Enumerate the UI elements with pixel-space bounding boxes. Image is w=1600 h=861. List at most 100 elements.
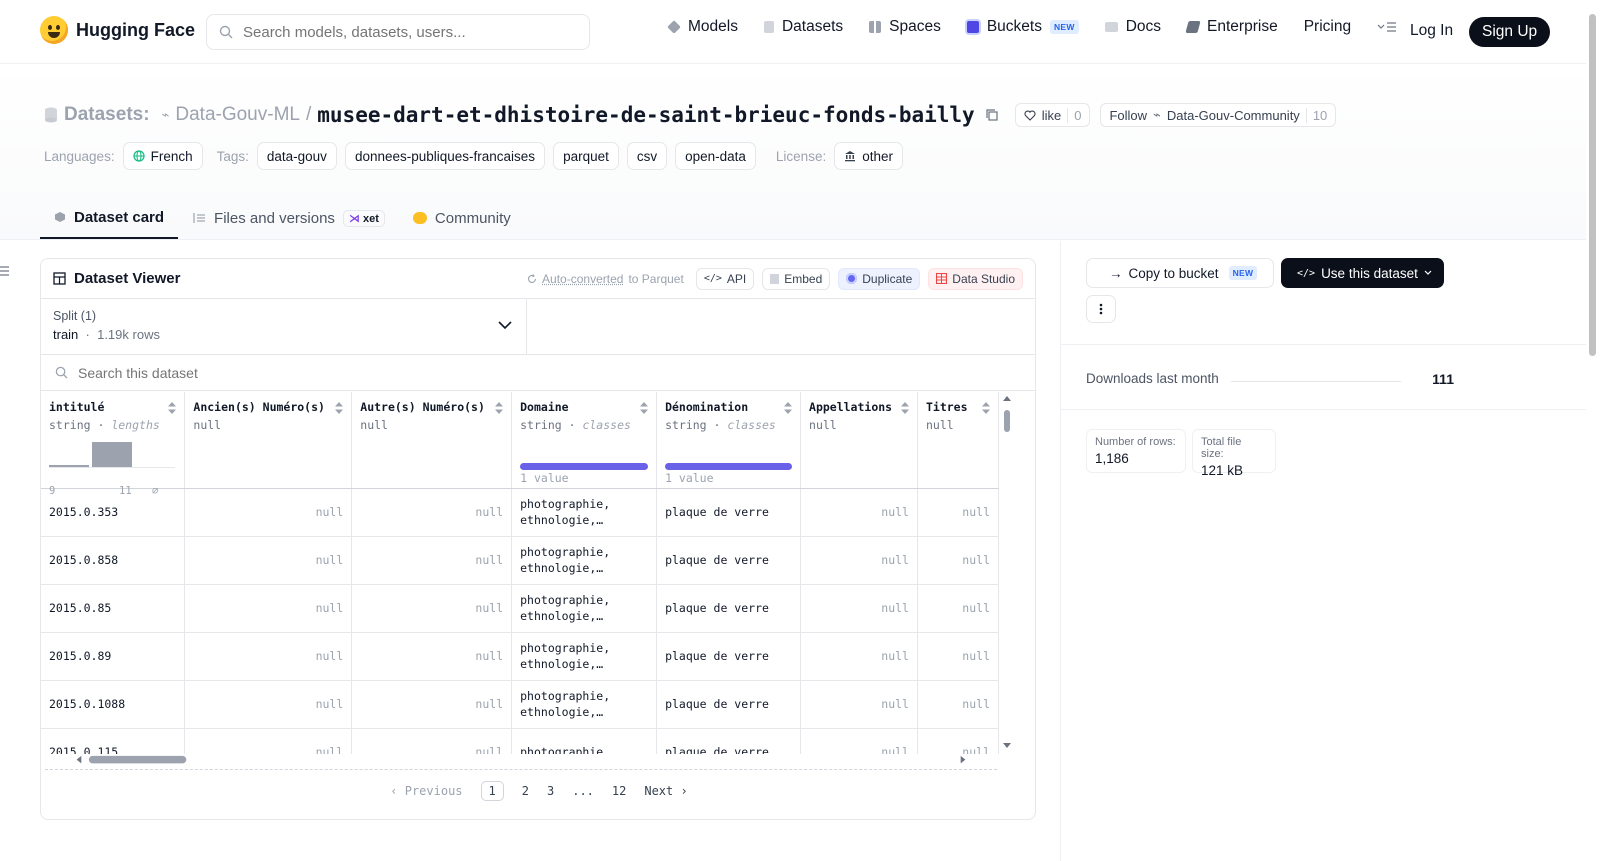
column-header[interactable]: Appellations null xyxy=(800,392,918,489)
table-cell[interactable]: null xyxy=(800,584,918,633)
use-this-dataset-button[interactable]: </> Use this dataset xyxy=(1281,258,1444,288)
copy-to-bucket-button[interactable]: → Copy to bucket NEW xyxy=(1086,258,1274,288)
nav-datasets[interactable]: Datasets xyxy=(763,18,843,36)
table-cell[interactable]: 2015.0.115 xyxy=(41,728,186,754)
repo-owner[interactable]: Data-Gouv-ML xyxy=(175,104,300,126)
previous-page-button[interactable]: ‹ Previous xyxy=(390,784,462,798)
nav-enterprise[interactable]: Enterprise xyxy=(1185,18,1278,36)
table-cell[interactable]: plaque de verre xyxy=(656,680,802,729)
sort-icon[interactable] xyxy=(982,402,990,414)
table-row[interactable]: 2015.0.1088 null null photographie, ethn… xyxy=(41,680,999,729)
table-cell[interactable]: null xyxy=(351,584,513,633)
table-cell[interactable]: photographie, ethnologie,… xyxy=(511,536,658,585)
tag-item[interactable]: donnees-publiques-francaises xyxy=(344,142,546,170)
table-cell[interactable]: null xyxy=(184,488,353,537)
embed-button[interactable]: Embed xyxy=(762,267,831,290)
table-cell[interactable]: null xyxy=(351,680,513,729)
page-scrollbar-thumb[interactable] xyxy=(1589,14,1596,356)
tab-files-and-versions[interactable]: Files and versions ⋊ xet xyxy=(178,197,399,239)
table-cell[interactable]: null xyxy=(917,536,999,585)
data-studio-button[interactable]: Data Studio xyxy=(928,267,1023,290)
page-scrollbar[interactable] xyxy=(1586,0,1600,861)
column-header[interactable]: Ancien(s) Numéro(s) null xyxy=(184,392,353,489)
nav-models[interactable]: Models xyxy=(667,18,738,36)
copy-icon[interactable] xyxy=(985,108,999,122)
column-header[interactable]: intitulé string · lengths 9 11 ⌀ xyxy=(41,392,186,497)
table-cell[interactable]: photographie, ethnologie,… xyxy=(511,584,658,633)
class-distribution-bar[interactable] xyxy=(520,462,649,470)
table-cell[interactable]: photographie, ethnologie,… xyxy=(511,632,658,681)
table-cell[interactable]: null xyxy=(351,488,513,537)
nav-spaces[interactable]: Spaces xyxy=(869,18,941,36)
duplicate-button[interactable]: Duplicate xyxy=(838,267,921,290)
table-vertical-scrollbar[interactable] xyxy=(999,392,1015,754)
auto-converted-link[interactable]: Auto-converted xyxy=(542,272,623,286)
api-button[interactable]: </> API xyxy=(695,267,755,290)
sort-icon[interactable] xyxy=(168,402,177,414)
table-cell[interactable]: null xyxy=(917,680,999,729)
table-horizontal-scrollbar[interactable] xyxy=(45,754,997,770)
table-cell[interactable]: null xyxy=(184,728,353,754)
column-header[interactable]: Domaine string · classes 1 value xyxy=(511,392,658,489)
table-cell[interactable]: null xyxy=(184,536,353,585)
table-row[interactable]: 2015.0.89 null null photographie, ethnol… xyxy=(41,632,999,681)
table-cell[interactable]: null xyxy=(917,488,999,537)
table-cell[interactable]: plaque de verre xyxy=(656,488,802,537)
like-button[interactable]: like 0 xyxy=(1014,103,1091,127)
dataset-search[interactable] xyxy=(41,355,1035,391)
table-row[interactable]: 2015.0.353 null null photographie, ethno… xyxy=(41,488,999,537)
license-tag[interactable]: other xyxy=(834,142,903,170)
table-cell[interactable]: 2015.0.353 xyxy=(41,488,186,537)
language-tag[interactable]: French xyxy=(122,142,203,170)
table-cell[interactable]: null xyxy=(184,632,353,681)
nav-docs[interactable]: Docs xyxy=(1104,18,1161,36)
sort-icon[interactable] xyxy=(640,402,649,414)
class-distribution-bar[interactable] xyxy=(665,462,793,470)
dataset-search-input[interactable] xyxy=(78,364,478,381)
table-cell[interactable]: 2015.0.89 xyxy=(41,632,186,681)
repo-name[interactable]: musee-dart-et-dhistoire-de-saint-brieuc-… xyxy=(317,103,974,127)
follow-button[interactable]: Follow ⌁ Data-Gouv-Community 10 xyxy=(1100,103,1337,127)
table-cell[interactable]: null xyxy=(184,680,353,729)
sort-icon[interactable] xyxy=(495,402,504,414)
nav-more-menu[interactable] xyxy=(1377,21,1397,33)
brand-logo[interactable]: Hugging Face xyxy=(40,16,195,44)
table-cell[interactable]: 2015.0.858 xyxy=(41,536,186,585)
table-row[interactable]: 2015.0.115 null null photographie, plaqu… xyxy=(41,728,999,754)
split-select[interactable]: Split (1) train · 1.19k rows xyxy=(41,299,527,354)
tag-item[interactable]: data-gouv xyxy=(256,142,337,170)
nav-buckets[interactable]: Buckets NEW xyxy=(966,18,1079,36)
page-button-current[interactable]: 1 xyxy=(480,781,504,801)
table-cell[interactable]: photographie, xyxy=(511,728,658,754)
table-cell[interactable]: photographie, ethnologie,… xyxy=(511,488,658,537)
table-cell[interactable]: null xyxy=(800,632,918,681)
table-row[interactable]: 2015.0.85 null null photographie, ethnol… xyxy=(41,584,999,633)
table-row[interactable]: 2015.0.858 null null photographie, ethno… xyxy=(41,536,999,585)
page-button[interactable]: 3 xyxy=(547,784,554,798)
more-options-button[interactable] xyxy=(1086,295,1116,323)
nav-pricing[interactable]: Pricing xyxy=(1304,18,1351,36)
table-cell[interactable]: 2015.0.85 xyxy=(41,584,186,633)
table-cell[interactable]: plaque de verre xyxy=(656,584,802,633)
global-search-input[interactable] xyxy=(243,23,563,41)
tag-item[interactable]: parquet xyxy=(553,142,619,170)
table-cell[interactable]: null xyxy=(184,584,353,633)
table-cell[interactable]: null xyxy=(917,632,999,681)
column-header[interactable]: Dénomination string · classes 1 value xyxy=(656,392,802,489)
table-cell[interactable]: null xyxy=(800,536,918,585)
page-button[interactable]: 2 xyxy=(522,784,529,798)
table-cell[interactable]: null xyxy=(351,536,513,585)
column-header[interactable]: Titres null xyxy=(917,392,999,489)
table-cell[interactable]: plaque de verre xyxy=(656,632,802,681)
table-cell[interactable]: 2015.0.1088 xyxy=(41,680,186,729)
table-cell[interactable]: null xyxy=(351,728,513,754)
table-cell[interactable]: null xyxy=(800,728,918,754)
tab-community[interactable]: Community xyxy=(399,197,525,239)
login-link[interactable]: Log In xyxy=(1410,22,1453,40)
sort-icon[interactable] xyxy=(784,402,793,414)
table-cell[interactable]: null xyxy=(800,680,918,729)
table-cell[interactable]: null xyxy=(800,488,918,537)
table-cell[interactable]: null xyxy=(917,728,999,754)
tag-item[interactable]: open-data xyxy=(675,142,756,170)
next-page-button[interactable]: Next › xyxy=(644,784,687,798)
